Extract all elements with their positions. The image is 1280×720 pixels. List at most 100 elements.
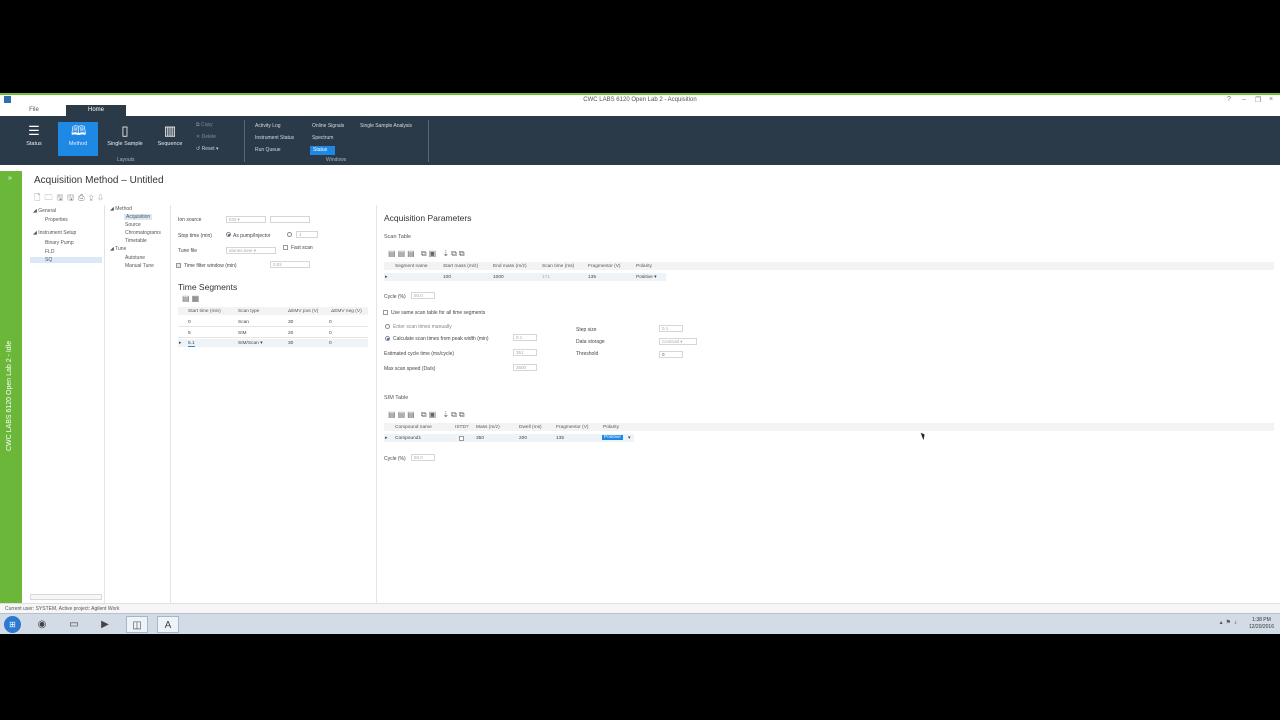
delete-command[interactable]: ✕ Delete: [196, 134, 216, 140]
run-queue-item[interactable]: Run Queue: [255, 147, 281, 153]
same-scan-checkbox[interactable]: [383, 310, 388, 315]
sim-cell[interactable]: Compound1: [395, 436, 421, 441]
tree-instrument-setup[interactable]: ◢ Instrument Setup: [33, 230, 76, 236]
ts-cell[interactable]: Scan: [238, 320, 249, 325]
status-button[interactable]: ☰ Status: [14, 122, 54, 156]
media-player-icon[interactable]: ▶: [94, 616, 116, 633]
scan-cell[interactable]: 100: [443, 275, 451, 280]
tree-source[interactable]: Source: [125, 222, 141, 228]
minimize-button[interactable]: –: [1242, 96, 1246, 103]
single-sample-button[interactable]: ▯ Single Sample: [103, 122, 147, 156]
paste-icon[interactable]: ▣: [429, 249, 439, 258]
scan-cell[interactable]: 1000: [493, 275, 504, 280]
fill-down-icon[interactable]: ⇣: [442, 249, 451, 258]
add-row-icon[interactable]: ▤: [182, 294, 192, 303]
tree-tune[interactable]: ◢ Tune: [110, 246, 126, 252]
print-icon[interactable]: ⎙: [78, 193, 88, 202]
sim-cell[interactable]: 135: [556, 436, 564, 441]
single-sample-analysis-item[interactable]: Single Sample Analysis: [360, 123, 412, 129]
tune-file-select[interactable]: atunes.tune ▾: [226, 247, 276, 254]
ts-cell[interactable]: 30: [288, 320, 293, 325]
calc-peak-radio[interactable]: [385, 336, 390, 341]
fast-scan-checkbox[interactable]: [283, 245, 288, 250]
help-button[interactable]: ?: [1227, 96, 1231, 103]
flag-icon[interactable]: ⚑: [1226, 620, 1234, 626]
tree-autotune[interactable]: Autotune: [125, 255, 145, 261]
remove-row-icon[interactable]: ▤: [407, 249, 417, 258]
remove-row-icon[interactable]: ▤: [407, 410, 417, 419]
copy-icon[interactable]: ⧉: [421, 410, 429, 419]
tree-chromatograms[interactable]: Chromatograms: [125, 230, 161, 236]
tree-method[interactable]: ◢ Method: [110, 206, 132, 212]
expand-icon[interactable]: »: [8, 175, 12, 182]
acquisition-app-icon[interactable]: A: [157, 616, 179, 633]
tree-properties[interactable]: Properties: [45, 217, 68, 223]
scan-cell[interactable]: 171: [542, 275, 550, 280]
tab-home[interactable]: Home: [66, 105, 126, 116]
data-storage-select[interactable]: Centroid ▾: [659, 338, 697, 345]
paste-icon[interactable]: ▣: [429, 410, 439, 419]
threshold-input[interactable]: 0: [659, 351, 683, 358]
tree-general[interactable]: ◢ General: [33, 208, 56, 214]
insert-row-icon[interactable]: ▤: [398, 249, 408, 258]
stop-time-radio[interactable]: [287, 232, 292, 237]
browser-icon[interactable]: ◉: [31, 616, 53, 633]
control-panel-icon[interactable]: ◫: [126, 616, 148, 633]
scan-cell[interactable]: Positive ▾: [636, 275, 657, 280]
ts-cell[interactable]: 0: [329, 320, 332, 325]
activity-log-item[interactable]: Activity Log: [255, 123, 281, 129]
calc-peak-input[interactable]: 0.1: [513, 334, 537, 341]
sim-cell[interactable]: 350: [476, 436, 484, 441]
start-button[interactable]: ⊞: [4, 616, 21, 633]
ts-cell[interactable]: 5.1: [188, 341, 195, 347]
add-row-icon[interactable]: ▤: [388, 249, 398, 258]
tab-file[interactable]: File: [8, 105, 60, 116]
chevron-down-icon[interactable]: ▾: [628, 436, 630, 441]
folder-icon[interactable]: ▭: [63, 616, 85, 633]
tree-manual-tune[interactable]: Manual Tune: [125, 263, 154, 269]
spectrum-item[interactable]: Spectrum: [312, 135, 333, 141]
sim-cell[interactable]: 200: [519, 436, 527, 441]
ts-cell[interactable]: 0: [188, 320, 191, 325]
import-icon[interactable]: ⧉: [451, 410, 459, 419]
peak-filter-checkbox[interactable]: [176, 263, 181, 268]
upload-icon[interactable]: ⇪: [89, 193, 98, 202]
method-button[interactable]: 🕮 Method: [58, 122, 98, 156]
scan-cell[interactable]: 135: [588, 275, 596, 280]
add-row-icon[interactable]: ▤: [388, 410, 398, 419]
export-icon[interactable]: ⧉: [459, 410, 467, 419]
close-button[interactable]: ×: [1269, 96, 1273, 103]
copy-icon[interactable]: ⧉: [421, 249, 429, 258]
save-icon[interactable]: 🖫: [56, 193, 67, 202]
open-icon[interactable]: 🗀: [44, 193, 56, 202]
online-signals-item[interactable]: Online Signals: [312, 123, 344, 129]
polarity-dropdown[interactable]: Positive: [602, 435, 623, 440]
export-icon[interactable]: ⧉: [459, 249, 467, 258]
remove-row-icon[interactable]: ▦: [192, 294, 202, 303]
download-icon[interactable]: ⇩: [98, 193, 107, 202]
sequence-button[interactable]: ▥ Sequence: [150, 122, 190, 156]
speaker-icon[interactable]: ♪: [1234, 620, 1240, 626]
ts-cell[interactable]: 20: [288, 331, 293, 336]
horizontal-scrollbar[interactable]: [30, 594, 102, 600]
stop-time-input[interactable]: 1: [296, 231, 318, 238]
insert-row-icon[interactable]: ▤: [398, 410, 408, 419]
tree-timetable[interactable]: Timetable: [125, 238, 147, 244]
import-icon[interactable]: ⧉: [451, 249, 459, 258]
peak-filter-input[interactable]: 0.02: [270, 261, 310, 268]
tree-sq[interactable]: SQ: [30, 257, 102, 263]
instrument-status-item[interactable]: Instrument Status: [255, 135, 294, 141]
fill-down-icon[interactable]: ⇣: [442, 410, 451, 419]
status-window-item[interactable]: Status: [310, 146, 336, 155]
tree-fld[interactable]: FLD: [45, 249, 54, 255]
ts-cell[interactable]: SIM: [238, 331, 247, 336]
istd-checkbox[interactable]: [459, 436, 464, 441]
clock[interactable]: 1:38 PM 12/20/2016: [1249, 617, 1274, 631]
ts-cell[interactable]: 0: [329, 331, 332, 336]
tree-binary-pump[interactable]: Binary Pump: [45, 240, 74, 246]
ts-cell[interactable]: 30: [288, 341, 293, 346]
tree-acquisition[interactable]: Acquisition: [124, 214, 153, 220]
ts-cell[interactable]: 0: [329, 341, 332, 346]
as-pump-radio[interactable]: [226, 232, 231, 237]
save-as-icon[interactable]: 🖫: [67, 193, 78, 202]
